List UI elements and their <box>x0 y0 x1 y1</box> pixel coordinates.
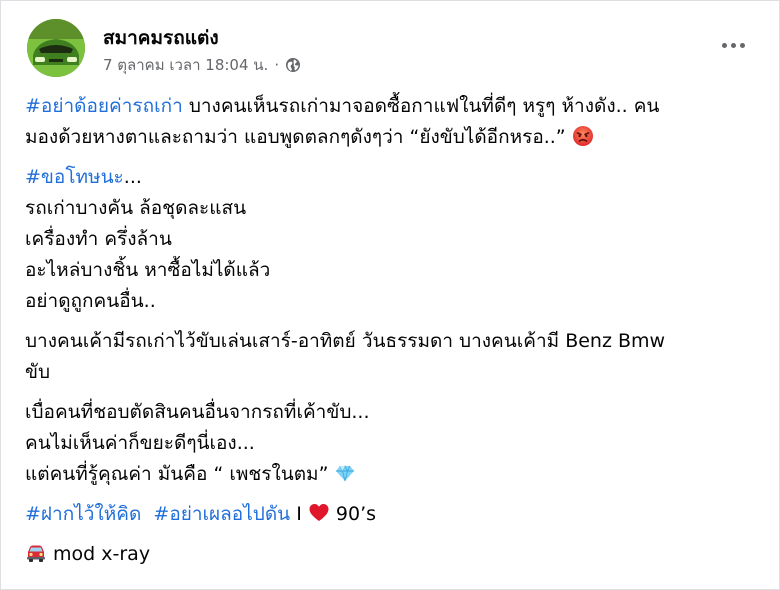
hashtag-link[interactable]: #อย่าเผลอไปดัน <box>153 503 290 525</box>
text-span: 90’s <box>329 503 377 525</box>
post-header: สมาคมรถแต่ง 7 ตุลาคม เวลา 18:04 น. · <box>23 15 759 79</box>
car-emoji <box>25 542 47 564</box>
post-timestamp[interactable]: 7 ตุลาคม เวลา 18:04 น. <box>103 53 268 77</box>
car-photo-icon <box>27 19 85 77</box>
paragraph-1-line-2: มองด้วยหางตาและถามว่า แอบพูดตลกๆดังๆว่า … <box>25 122 761 153</box>
hashtag-link[interactable]: #ขอโทษนะ <box>25 166 124 188</box>
paragraph-1-line-1: #อย่าด้อยค่ารถเก่า บางคนเห็นรถเก่ามาจอดซ… <box>25 91 761 122</box>
paragraph-2-line: เครื่องทำ ครึ่งล้าน <box>25 228 172 250</box>
text-span: ... <box>123 166 142 188</box>
paragraph-3: บางคนเค้ามีรถเก่าไว้ขับเล่นเสาร์-อาทิตย์… <box>25 326 761 388</box>
gem-emoji <box>334 462 356 484</box>
post-meta: 7 ตุลาคม เวลา 18:04 น. · <box>103 53 301 77</box>
text-span: I <box>290 503 308 525</box>
paragraph-2-line: อย่าดูถูกคนอื่น.. <box>25 290 156 312</box>
paragraph-5-line: #ฝากไว้ให้คิด #อย่าเผลอไปดัน I 90’s <box>25 499 761 530</box>
post-body: #อย่าด้อยค่ารถเก่า บางคนเห็นรถเก่ามาจอดซ… <box>25 91 761 579</box>
page-avatar[interactable] <box>27 19 85 77</box>
paragraph-4: เบื่อคนที่ชอบตัดสินคนอื่นจากรถที่เค้าขับ… <box>25 397 761 490</box>
paragraph-1: #อย่าด้อยค่ารถเก่า บางคนเห็นรถเก่ามาจอดซ… <box>25 91 761 153</box>
text-span: มองด้วยหางตาและถามว่า แอบพูดตลกๆดังๆว่า … <box>25 126 572 148</box>
paragraph-2-line: รถเก่าบางคัน ล้อชุดละแสน <box>25 197 247 219</box>
paragraph-4-line-1: เบื่อคนที่ชอบตัดสินคนอื่นจากรถที่เค้าขับ… <box>25 401 370 423</box>
globe-icon[interactable] <box>285 57 301 73</box>
post-author-name[interactable]: สมาคมรถแต่ง <box>103 23 219 53</box>
more-dot <box>739 42 745 48</box>
paragraph-6: mod x-ray <box>25 539 761 570</box>
angry-face-emoji <box>572 125 594 147</box>
paragraph-4-line-3: แต่คนที่รู้คุณค่า มันคือ “ เพชรในตม” <box>25 459 761 490</box>
meta-separator: · <box>274 56 280 74</box>
paragraph-4-line-2: คนไม่เห็นค่าก็ขยะดีๆนี่เอง... <box>25 432 255 454</box>
more-options-icon <box>721 42 727 48</box>
paragraph-3-line-1: บางคนเค้ามีรถเก่าไว้ขับเล่นเสาร์-อาทิตย์… <box>25 330 666 352</box>
more-dot <box>730 42 736 48</box>
red-heart-emoji <box>308 502 330 524</box>
text-span: บางคนเห็นรถเก่ามาจอดซื้อกาแฟในที่ดีๆ หรู… <box>182 95 660 117</box>
paragraph-5: #ฝากไว้ให้คิด #อย่าเผลอไปดัน I 90’s <box>25 499 761 530</box>
paragraph-2-line: อะไหล่บางชิ้น หาซื้อไม่ได้แล้ว <box>25 259 271 281</box>
text-span: แต่คนที่รู้คุณค่า มันคือ “ เพชรในตม” <box>25 463 335 485</box>
paragraph-6-line: mod x-ray <box>25 539 761 570</box>
paragraph-3-line-2: ขับ <box>25 361 51 383</box>
paragraph-2-hashtag-line: #ขอโทษนะ... <box>25 162 761 193</box>
more-options-button[interactable] <box>715 33 751 57</box>
paragraph-2: #ขอโทษนะ... รถเก่าบางคัน ล้อชุดละแสน เคร… <box>25 162 761 317</box>
hashtag-link[interactable]: #อย่าด้อยค่ารถเก่า <box>25 95 183 117</box>
post-card: สมาคมรถแต่ง 7 ตุลาคม เวลา 18:04 น. · #อย… <box>0 0 780 590</box>
hashtag-link[interactable]: #ฝากไว้ให้คิด <box>25 503 141 525</box>
text-span: mod x-ray <box>47 543 151 565</box>
